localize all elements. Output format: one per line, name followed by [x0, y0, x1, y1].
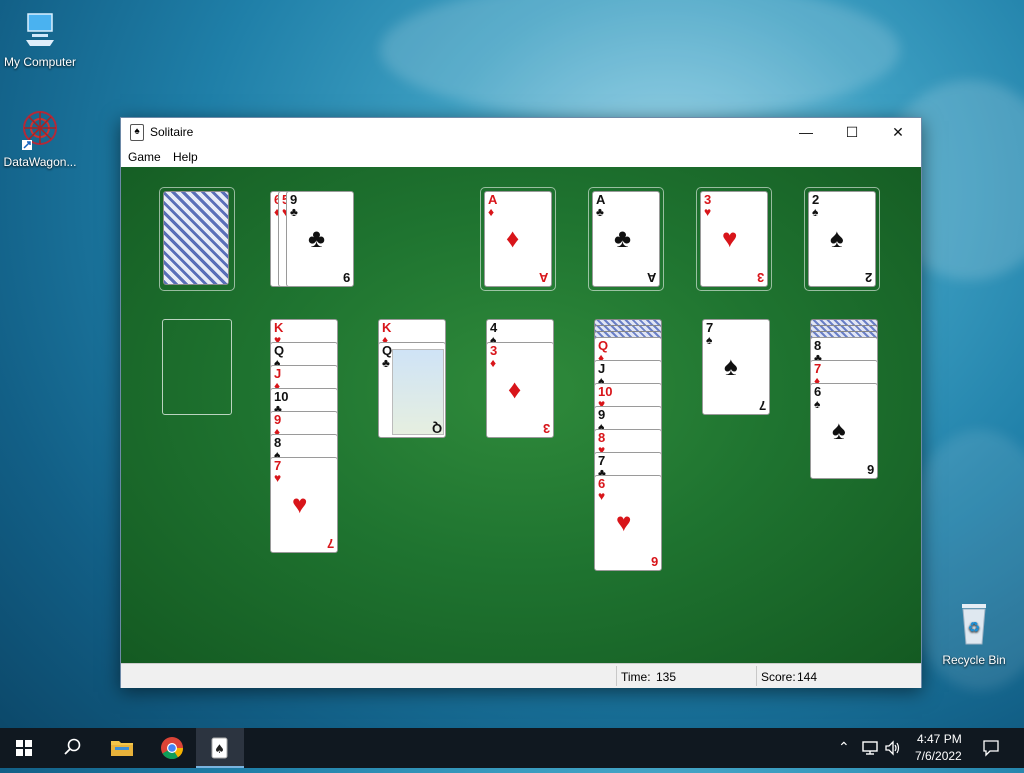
card-center-pip: ♣	[308, 223, 326, 253]
solitaire-icon: ♠	[211, 737, 228, 759]
waste-card[interactable]: 9 ♣ ♣ 9	[286, 191, 354, 287]
stock-outline	[159, 187, 235, 291]
clock-time[interactable]: 4:47 PM	[917, 732, 962, 746]
time-label: Time:	[621, 670, 651, 684]
desktop-icon-recycle-bin[interactable]: ♻ Recycle Bin	[934, 600, 1014, 667]
foundation-card[interactable]: A ♦ ♦ A	[484, 191, 552, 287]
clock-date[interactable]: 7/6/2022	[915, 749, 962, 763]
status-divider	[756, 666, 757, 686]
minimize-button[interactable]: —	[783, 118, 829, 146]
tableau-card[interactable]: Q ♣ Q	[378, 342, 446, 438]
card-rank-bottom: 9	[342, 270, 350, 285]
solitaire-taskbar-button[interactable]: ♠	[196, 728, 244, 768]
svg-text:♻: ♻	[968, 620, 981, 636]
show-hidden-icons-button[interactable]: ⌃	[838, 739, 850, 756]
card-center-pip: ♣	[614, 223, 632, 253]
file-explorer-button[interactable]	[98, 728, 146, 768]
score-value: 144	[797, 670, 818, 684]
card-rank-bottom: A	[538, 270, 548, 285]
card-center-pip: ♠	[724, 351, 738, 381]
desktop-icon-label: Recycle Bin	[942, 653, 1006, 667]
tableau-card[interactable]: 6 ♠ ♠ 6	[810, 383, 878, 479]
card-rank-bottom: 3	[542, 421, 550, 436]
computer-icon	[26, 13, 54, 46]
chrome-icon	[161, 737, 184, 760]
desktop-icon-datawagon[interactable]: DataWagon...	[0, 106, 80, 169]
card-center-pip: ♦	[506, 223, 520, 253]
search-button[interactable]	[48, 728, 96, 768]
start-button[interactable]	[0, 728, 48, 768]
search-icon	[64, 738, 81, 755]
tableau-card[interactable]: 7 ♥ ♥ 7	[270, 457, 338, 553]
datawagon-icon	[22, 111, 57, 150]
folder-icon	[111, 741, 133, 756]
card-rank-bottom: 6	[866, 462, 874, 477]
recycle-bin-icon: ♻	[962, 604, 986, 645]
card-suit-symbol: ♥	[704, 205, 712, 219]
notifications-icon[interactable]	[982, 739, 1000, 757]
tableau-card[interactable]: 6 ♥ ♥ 6	[594, 475, 662, 571]
solitaire-window: ♠ Solitaire — ☐ ✕ Game Help 6♦5♥9♣♣9A♦♦A…	[120, 117, 922, 688]
status-bar: Time: 135 Score: 144	[121, 663, 921, 688]
windows-logo-icon	[16, 740, 32, 756]
card-center-pip: ♠	[832, 415, 846, 445]
menu-bar: Game Help	[121, 146, 921, 167]
card-rank-bottom: 6	[650, 554, 658, 569]
card-center-pip: ♥	[616, 507, 632, 537]
taskbar: ♠ ⌃ 4:47 PM 7/6/2022	[0, 728, 1024, 768]
card-center-pip: ♦	[508, 374, 522, 404]
svg-text:♠: ♠	[214, 742, 225, 756]
window-title: Solitaire	[150, 125, 194, 139]
desktop-icon-my-computer[interactable]: My Computer	[0, 10, 80, 69]
card-rank-bottom: 7	[326, 536, 334, 551]
card-rank-bottom: 3	[756, 270, 764, 285]
chrome-button[interactable]	[148, 728, 196, 768]
foundation-card[interactable]: A ♣ ♣ A	[592, 191, 660, 287]
network-icon[interactable]	[861, 740, 879, 756]
empty-tableau-slot[interactable]	[162, 319, 232, 415]
time-value: 135	[656, 670, 677, 684]
tableau-card[interactable]: 3 ♦ ♦ 3	[486, 342, 554, 438]
close-button[interactable]: ✕	[875, 118, 921, 146]
maximize-button[interactable]: ☐	[829, 118, 875, 146]
volume-icon[interactable]	[884, 740, 902, 756]
card-center-pip: ♥	[722, 223, 738, 253]
foundation-card[interactable]: 2 ♠ ♠ 2	[808, 191, 876, 287]
menu-game[interactable]: Game	[128, 150, 161, 164]
card-suit-symbol: ♠	[812, 205, 819, 219]
card-suit-symbol: ♥	[598, 489, 606, 503]
score-label: Score:	[761, 670, 796, 684]
tableau-card[interactable]: 7 ♠ ♠ 7	[702, 319, 770, 415]
card-suit-symbol: ♦	[490, 356, 497, 370]
card-rank-bottom: Q	[431, 421, 442, 436]
title-bar[interactable]: ♠ Solitaire — ☐ ✕	[121, 118, 921, 146]
card-center-pip: ♥	[292, 489, 308, 519]
wallpaper-wave	[380, 0, 900, 120]
status-divider	[616, 666, 617, 686]
desktop-icon-label: My Computer	[3, 55, 77, 69]
card-rank-bottom: A	[646, 270, 656, 285]
card-suit-symbol: ♣	[382, 356, 390, 370]
card-suit-symbol: ♣	[290, 205, 298, 219]
game-board: 6♦5♥9♣♣9A♦♦AA♣♣A3♥♥32♠♠2K♥Q♠J♦10♣9♦8♠7♥♥…	[121, 167, 921, 663]
card-suit-symbol: ♦	[488, 205, 495, 219]
card-suit-symbol: ♣	[596, 205, 604, 219]
card-suit-symbol: ♠	[814, 397, 821, 411]
card-suit-symbol: ♥	[274, 471, 282, 485]
card-rank-bottom: 2	[864, 270, 872, 285]
foundation-card[interactable]: 3 ♥ ♥ 3	[700, 191, 768, 287]
desktop-icon-label: DataWagon...	[3, 155, 77, 169]
card-rank-bottom: 7	[758, 398, 766, 413]
solitaire-app-icon: ♠	[130, 124, 144, 141]
card-suit-symbol: ♠	[706, 333, 713, 347]
menu-help[interactable]: Help	[173, 150, 198, 164]
card-center-pip: ♠	[830, 223, 844, 253]
